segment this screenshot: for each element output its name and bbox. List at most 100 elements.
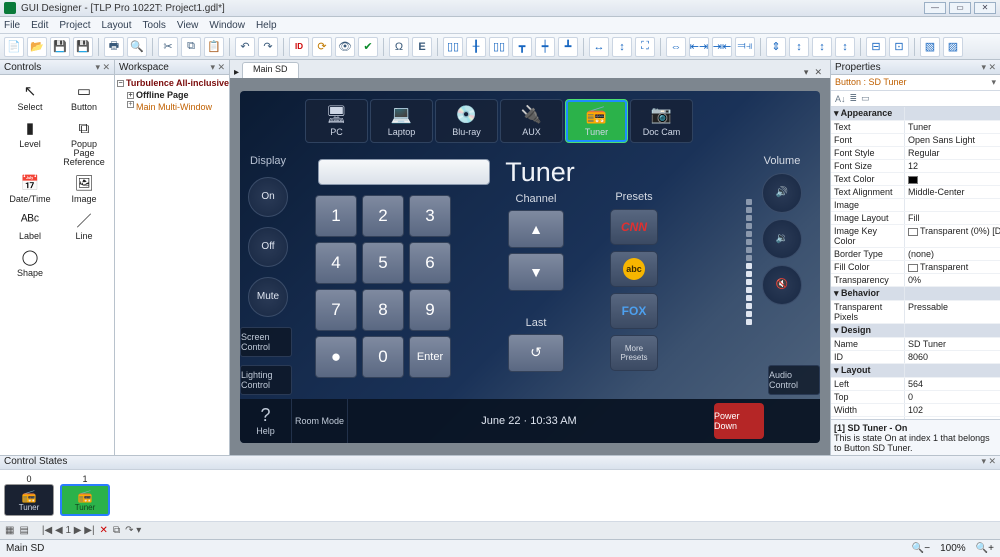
menu-window[interactable]: Window	[209, 20, 245, 31]
save-icon[interactable]: 💾	[50, 37, 70, 57]
tool-level[interactable]: ▮Level	[4, 116, 56, 169]
keypad-2-button[interactable]: 2	[362, 195, 404, 237]
tree-item[interactable]: +Offline Page	[117, 89, 227, 101]
prop-group[interactable]: ▾ Appearance	[831, 107, 905, 120]
tool-shape[interactable]: ◯Shape	[4, 245, 56, 280]
keypad-7-button[interactable]: 7	[315, 289, 357, 331]
keypad-9-button[interactable]: 9	[409, 289, 451, 331]
tool-line[interactable]: ／Line	[58, 208, 110, 243]
vspace-dec-icon[interactable]: ↕	[812, 37, 832, 57]
screen-control-button[interactable]: Screen Control	[240, 327, 292, 357]
preset-fox-button[interactable]: FOX	[610, 293, 658, 329]
id-icon[interactable]: ID	[289, 37, 309, 57]
keypad-1-button[interactable]: 1	[315, 195, 357, 237]
tool-label-tool[interactable]: ᴬᴮᶜLabel	[4, 208, 56, 243]
help-button[interactable]: ?Help	[240, 399, 292, 443]
object-dropdown-icon[interactable]: ▾	[991, 77, 996, 88]
menu-help[interactable]: Help	[256, 20, 277, 31]
vspace-eq-icon[interactable]: ⇕	[766, 37, 786, 57]
menu-project[interactable]: Project	[59, 20, 90, 31]
channel-down-button[interactable]: ▼	[508, 253, 564, 291]
tree-item[interactable]: +Main Multi-Window	[117, 101, 227, 455]
cut-icon[interactable]: ✂	[158, 37, 178, 57]
new-icon[interactable]: 📄	[4, 37, 24, 57]
refresh-icon[interactable]: ⟳	[312, 37, 332, 57]
minimize-button[interactable]: —	[924, 2, 946, 14]
tool-image[interactable]: 🖼Image	[58, 171, 110, 206]
prop-pages-icon[interactable]: ▭	[861, 93, 870, 104]
source-doccam-button[interactable]: 📷Doc Cam	[630, 99, 693, 143]
source-tuner-button[interactable]: 📻Tuner	[565, 99, 628, 143]
prop-row[interactable]: Font Size12	[831, 160, 1000, 173]
prop-group[interactable]: ▾ Layout	[831, 364, 905, 377]
prop-row[interactable]: Width102	[831, 404, 1000, 417]
tool-popup[interactable]: ⧉Popup Page Reference	[58, 116, 110, 169]
omega-icon[interactable]: Ω	[389, 37, 409, 57]
prop-row[interactable]: Left564	[831, 378, 1000, 391]
state-list-icon[interactable]: ▤	[19, 525, 28, 536]
display-mute-button[interactable]: Mute	[248, 277, 288, 317]
same-width-icon[interactable]: ↔	[589, 37, 609, 57]
prop-group[interactable]: ▾ Design	[831, 324, 905, 337]
control-state-1[interactable]: 1📻Tuner	[60, 474, 110, 516]
volume-up-button[interactable]: 🔊	[762, 173, 802, 213]
prop-row[interactable]: Fill ColorTransparent	[831, 261, 1000, 274]
preview-icon[interactable]: 🔍	[127, 37, 147, 57]
align-center-icon[interactable]: ╂	[466, 37, 486, 57]
tab-dropdown-icon[interactable]: ▾	[804, 67, 809, 78]
prop-row[interactable]: Image	[831, 199, 1000, 212]
prop-row[interactable]: Border Type(none)	[831, 248, 1000, 261]
vspace-rem-icon[interactable]: ↕	[835, 37, 855, 57]
zoom-in-icon[interactable]: 🔍+	[976, 543, 994, 554]
print-icon[interactable]: 🖶	[104, 37, 124, 57]
maximize-button[interactable]: ▭	[949, 2, 971, 14]
same-height-icon[interactable]: ↕	[612, 37, 632, 57]
panel-close-icon[interactable]: ▾ ✕	[981, 456, 996, 469]
channel-input[interactable]	[318, 159, 490, 185]
copy-icon[interactable]: ⧉	[181, 37, 201, 57]
keypad-6-button[interactable]: 6	[409, 242, 451, 284]
source-aux-button[interactable]: 🔌AUX	[500, 99, 563, 143]
center-v-icon[interactable]: ⊡	[889, 37, 909, 57]
source-bluray-button[interactable]: 💿Blu-ray	[435, 99, 498, 143]
insert-state-icon[interactable]: ↷ ▾	[125, 525, 141, 536]
prop-row[interactable]: Text AlignmentMiddle-Center	[831, 186, 1000, 199]
prop-row[interactable]: Font StyleRegular	[831, 147, 1000, 160]
prop-row[interactable]: Image LayoutFill	[831, 212, 1000, 225]
panel-close-icon[interactable]: ▾ ✕	[981, 62, 996, 73]
menu-view[interactable]: View	[177, 20, 199, 31]
redo-icon[interactable]: ↷	[258, 37, 278, 57]
sort-cat-icon[interactable]: ≣	[850, 93, 858, 104]
source-pc-button[interactable]: 🖥PC	[305, 99, 368, 143]
tool-select[interactable]: ↖Select	[4, 79, 56, 114]
panel-close-icon[interactable]: ▾ ✕	[95, 62, 110, 73]
source-laptop-button[interactable]: 💻Laptop	[370, 99, 433, 143]
audio-control-button[interactable]: Audio Control	[768, 365, 820, 395]
hspace-inc-icon[interactable]: ⇤⇥	[689, 37, 709, 57]
keypad-4-button[interactable]: 4	[315, 242, 357, 284]
menu-file[interactable]: File	[4, 20, 20, 31]
front-icon[interactable]: ▧	[920, 37, 940, 57]
prop-row[interactable]: Image Key ColorTransparent (0%) [Disable…	[831, 225, 1000, 248]
hspace-dec-icon[interactable]: ⇥⇤	[712, 37, 732, 57]
menu-layout[interactable]: Layout	[101, 20, 131, 31]
align-right-icon[interactable]: ▯▯	[489, 37, 509, 57]
tool-datetime[interactable]: 📅Date/Time	[4, 171, 56, 206]
prop-row[interactable]: NameSD Tuner	[831, 338, 1000, 351]
room-mode-button[interactable]: Room Mode	[292, 399, 348, 443]
copy-state-icon[interactable]: ⧉	[113, 525, 120, 536]
menu-edit[interactable]: Edit	[31, 20, 48, 31]
prop-group[interactable]: ▾ Behavior	[831, 287, 905, 300]
align-bottom-icon[interactable]: ┻	[558, 37, 578, 57]
channel-up-button[interactable]: ▲	[508, 210, 564, 248]
sort-az-icon[interactable]: A↓	[835, 94, 846, 104]
display-off-button[interactable]: Off	[248, 227, 288, 267]
state-nav[interactable]: |◀ ◀ 1 ▶ ▶|	[42, 525, 95, 536]
keypad-enter-button[interactable]: Enter	[409, 336, 451, 378]
prop-row[interactable]: Text Color	[831, 173, 1000, 186]
vspace-inc-icon[interactable]: ↕	[789, 37, 809, 57]
keypad-8-button[interactable]: 8	[362, 289, 404, 331]
volume-down-button[interactable]: 🔉	[762, 219, 802, 259]
preset-cnn-button[interactable]: CNN	[610, 209, 658, 245]
tab-close-icon[interactable]: ✕	[814, 67, 822, 78]
